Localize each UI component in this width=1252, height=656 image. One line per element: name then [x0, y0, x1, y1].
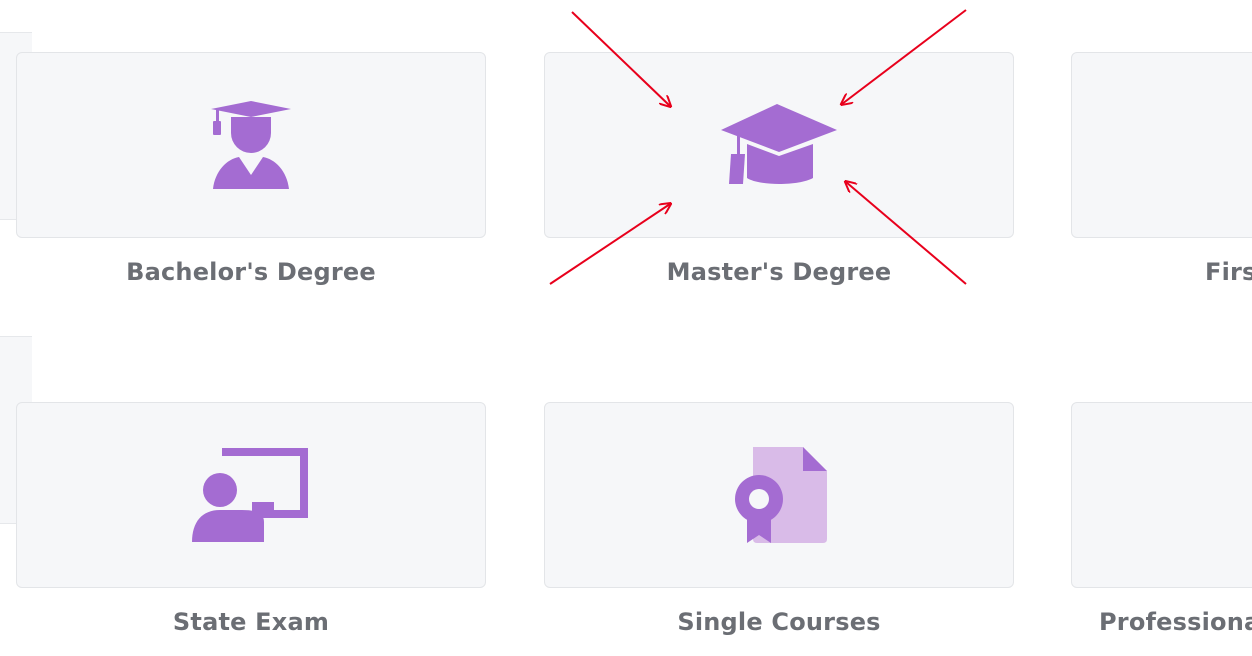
- certificate-document-icon: [731, 447, 827, 543]
- state-exam-label[interactable]: State Exam: [16, 608, 486, 636]
- category-grid: Bachelor's Degree Master's Degree Firs S…: [0, 0, 1252, 656]
- bachelors-degree-card[interactable]: [16, 52, 486, 238]
- graduation-cap-icon: [719, 104, 839, 186]
- graduate-student-icon: [209, 101, 293, 189]
- single-courses-card[interactable]: [544, 402, 1014, 588]
- bachelors-degree-label[interactable]: Bachelor's Degree: [16, 258, 486, 286]
- masters-degree-card[interactable]: [544, 52, 1014, 238]
- third-category-card[interactable]: [1071, 52, 1252, 238]
- professional-card[interactable]: [1071, 402, 1252, 588]
- professional-label[interactable]: Professiona: [1071, 608, 1252, 636]
- single-courses-label[interactable]: Single Courses: [544, 608, 1014, 636]
- teacher-board-icon: [192, 448, 310, 542]
- masters-degree-label[interactable]: Master's Degree: [544, 258, 1014, 286]
- third-category-label[interactable]: Firs: [1071, 258, 1252, 286]
- state-exam-card[interactable]: [16, 402, 486, 588]
